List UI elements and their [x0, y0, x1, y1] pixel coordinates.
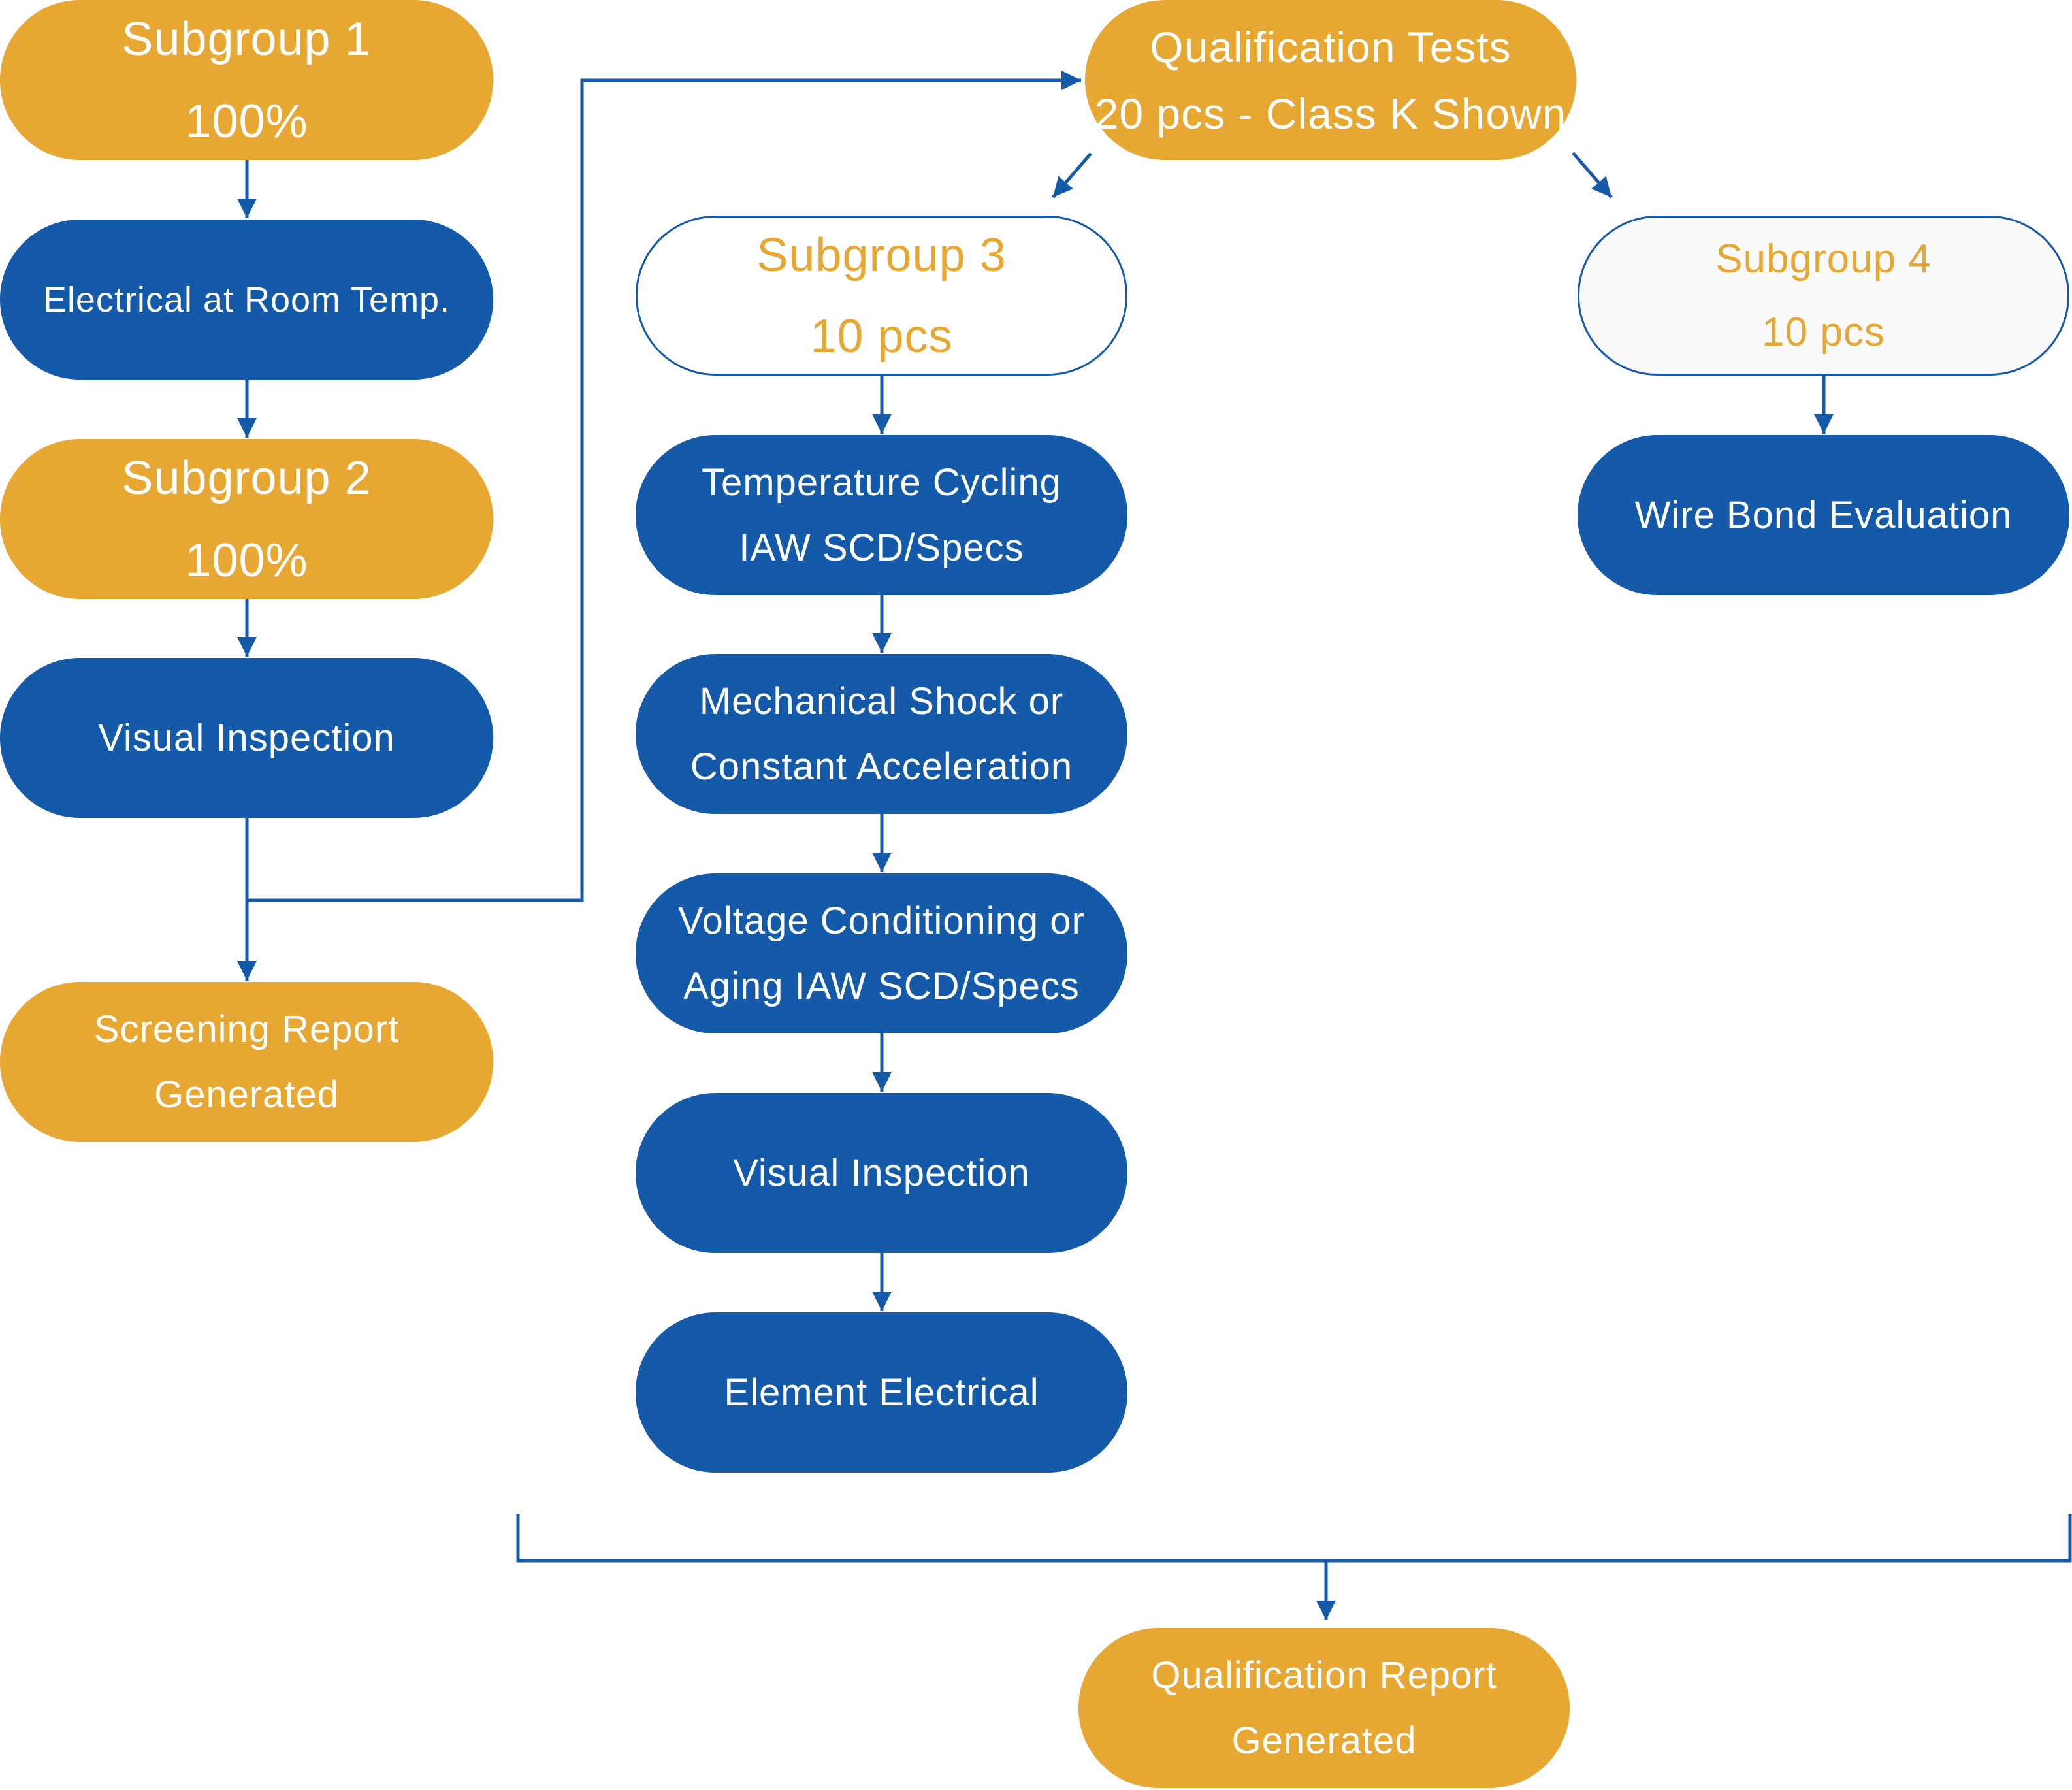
sg3-step0-line2: IAW SCD/Specs: [739, 526, 1024, 569]
subgroup4-subtitle: 10 pcs: [1762, 309, 1885, 355]
subgroup2-subtitle: 100%: [185, 534, 308, 587]
electrical-room-temp-node: Electrical at Room Temp.: [0, 220, 493, 380]
subgroup1-title: Subgroup 1: [121, 12, 372, 65]
visual-inspection-node: Visual Inspection: [0, 658, 493, 818]
sg3-step-visual-inspection: Visual Inspection: [636, 1093, 1127, 1253]
sg3-step1-line1: Mechanical Shock or: [699, 679, 1064, 723]
qualification-tests-node: Qualification Tests 20 pcs - Class K Sho…: [1085, 0, 1576, 160]
screening-report-line1: Screening Report: [93, 1007, 400, 1050]
subgroup3-title: Subgroup 3: [756, 229, 1007, 282]
sg3-step3-line1: Visual Inspection: [733, 1151, 1030, 1194]
sg3-step-voltage-conditioning: Voltage Conditioning or Aging IAW SCD/Sp…: [636, 873, 1127, 1033]
qualification-tests-line1: Qualification Tests: [1150, 22, 1512, 71]
subgroup4-title: Subgroup 4: [1715, 236, 1932, 282]
qualification-report-line1: Qualification Report: [1151, 1653, 1497, 1697]
subgroup2-title: Subgroup 2: [121, 451, 372, 504]
sg4-step0-line1: Wire Bond Evaluation: [1634, 493, 2013, 536]
sg3-step1-line2: Constant Acceleration: [690, 745, 1073, 788]
screening-report-line2: Generated: [154, 1073, 340, 1116]
qualification-tests-line2: 20 pcs - Class K Shown: [1094, 89, 1567, 138]
subgroup3-subtitle: 10 pcs: [810, 310, 953, 363]
visual-inspection-label: Visual Inspection: [98, 716, 395, 759]
sg3-step-mechanical-shock: Mechanical Shock or Constant Acceleratio…: [636, 654, 1127, 814]
electrical-room-temp-label: Electrical at Room Temp.: [42, 280, 451, 319]
subgroup3-node: Subgroup 3 10 pcs: [636, 216, 1127, 376]
sg3-step-element-electrical: Element Electrical: [636, 1312, 1127, 1473]
sg3-step4-line1: Element Electrical: [724, 1371, 1039, 1414]
sg3-step2-line2: Aging IAW SCD/Specs: [683, 964, 1080, 1007]
sg3-step-temperature-cycling: Temperature Cycling IAW SCD/Specs: [636, 435, 1127, 595]
screening-report-node: Screening Report Generated: [0, 982, 493, 1142]
subgroup4-node: Subgroup 4 10 pcs: [1578, 216, 2069, 376]
arrow-qual-to-subgroup3: [1052, 152, 1092, 199]
qualification-report-line2: Generated: [1231, 1719, 1417, 1762]
bottom-bracket: [516, 1514, 2072, 1563]
sg3-step0-line1: Temperature Cycling: [702, 461, 1061, 504]
subgroup1-node: Subgroup 1 100%: [0, 0, 493, 160]
arrow-qual-to-subgroup4: [1572, 152, 1613, 199]
qualification-report-node: Qualification Report Generated: [1078, 1628, 1570, 1788]
subgroup1-subtitle: 100%: [185, 95, 308, 148]
subgroup2-node: Subgroup 2 100%: [0, 439, 493, 599]
sg3-step2-line1: Voltage Conditioning or: [678, 899, 1085, 942]
sg4-step-wire-bond-evaluation: Wire Bond Evaluation: [1578, 435, 2069, 595]
